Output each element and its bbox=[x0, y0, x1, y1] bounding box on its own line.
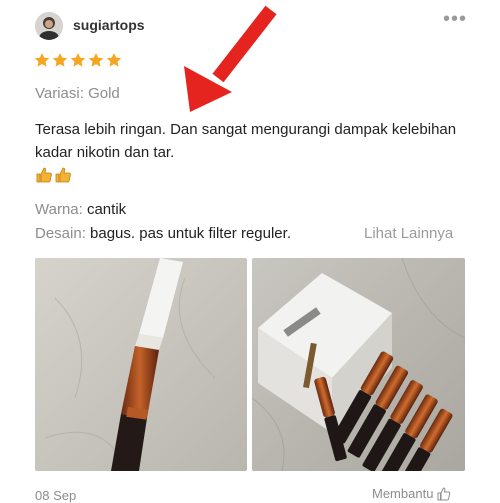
star-icon bbox=[70, 53, 86, 67]
helpful-button[interactable]: Membantu bbox=[372, 486, 451, 501]
attribute-label: Desain: bbox=[35, 225, 86, 242]
see-more-link[interactable]: Lihat Lainnya bbox=[364, 225, 453, 242]
review-date: 08 Sep bbox=[35, 488, 77, 503]
review-photo-1[interactable] bbox=[35, 258, 247, 471]
attribute-desain: Desain: bagus. pas untuk filter reguler. bbox=[35, 225, 291, 242]
star-icon bbox=[34, 53, 50, 67]
attribute-value: cantik bbox=[86, 201, 127, 218]
more-dots-icon[interactable]: ••• bbox=[443, 8, 467, 31]
star-icon bbox=[88, 53, 104, 67]
star-icon bbox=[52, 53, 68, 67]
variation-label: Variasi: Gold bbox=[35, 85, 120, 102]
thumbs-up-icon bbox=[437, 486, 451, 500]
helpful-label: Membantu bbox=[372, 486, 434, 501]
star-icon bbox=[106, 53, 122, 67]
attribute-label: Warna: bbox=[35, 201, 83, 218]
review-photo-2[interactable] bbox=[252, 258, 465, 471]
thumbs-up-emoji-icon bbox=[35, 166, 72, 184]
rating-stars bbox=[34, 52, 122, 68]
attribute-warna: Warna: cantik bbox=[35, 201, 126, 218]
review-text: Terasa lebih ringan. Dan sangat menguran… bbox=[35, 121, 457, 161]
username[interactable]: sugiartops bbox=[73, 17, 145, 33]
user-avatar[interactable] bbox=[35, 12, 63, 40]
attribute-value: bagus. pas untuk filter reguler. bbox=[90, 225, 291, 242]
